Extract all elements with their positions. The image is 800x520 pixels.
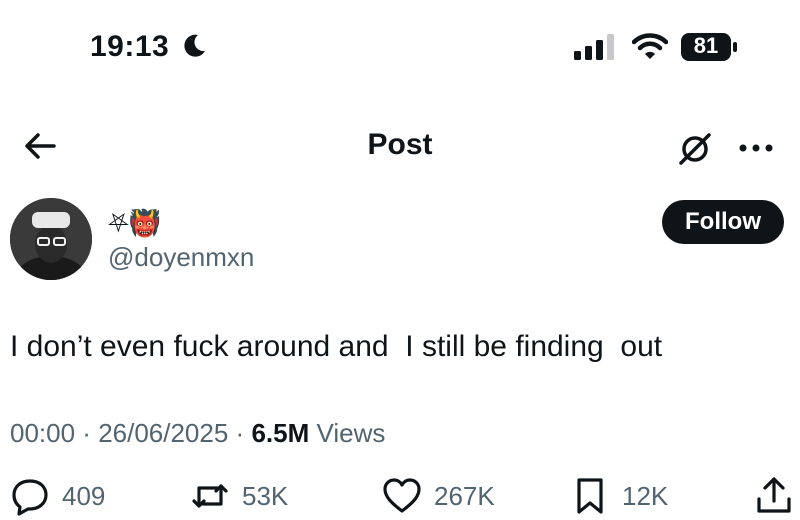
views-label: Views: [316, 418, 386, 448]
user-handle[interactable]: @doyenmxn: [108, 242, 254, 273]
tweet-date: 26/06/2025: [98, 418, 229, 448]
bookmark-count: 12K: [622, 480, 669, 511]
avatar[interactable]: [10, 198, 92, 280]
like-icon: [383, 478, 421, 513]
tweet-meta: 00:00 · 26/06/2025 · 6.5M Views: [10, 418, 386, 448]
avatar-image: [10, 198, 92, 280]
battery-level: 81: [693, 33, 719, 58]
repost-button[interactable]: 53K: [190, 474, 288, 518]
tweet-time: 00:00: [10, 418, 76, 448]
reply-count: 409: [62, 480, 106, 511]
like-count: 267K: [434, 480, 495, 511]
follow-button[interactable]: Follow: [662, 200, 784, 244]
moon-icon: [184, 34, 205, 57]
repost-count: 53K: [242, 480, 289, 511]
grok-icon[interactable]: [676, 128, 716, 168]
wifi-icon: [632, 33, 668, 59]
status-time: 19:13: [90, 30, 170, 63]
share-icon[interactable]: [754, 476, 794, 516]
display-name[interactable]: ⛧👹: [108, 208, 161, 238]
tweet-text: I don’t even fuck around and I still be …: [10, 330, 663, 363]
like-button[interactable]: 267K: [382, 474, 495, 518]
reply-button[interactable]: 409: [10, 474, 105, 518]
reply-icon: [12, 479, 48, 516]
view-count[interactable]: 6.5M: [251, 418, 309, 448]
repost-icon: [192, 484, 228, 508]
bookmark-icon: [577, 478, 603, 514]
bookmark-button[interactable]: 12K: [570, 474, 668, 518]
more-icon[interactable]: [736, 128, 776, 168]
signal-icon: [574, 34, 614, 60]
